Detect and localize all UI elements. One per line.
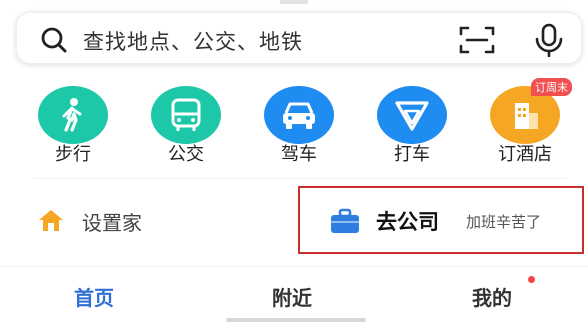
microphone-icon[interactable] xyxy=(533,23,565,57)
quick-action-taxi[interactable]: 打车 xyxy=(362,80,462,170)
home-indicator xyxy=(226,318,366,322)
go-to-company-shortcut[interactable]: 去公司 加班辛苦了 xyxy=(298,186,584,254)
bus-icon xyxy=(151,86,221,144)
search-icon xyxy=(41,27,67,53)
walking-person-icon xyxy=(38,86,108,144)
taxi-arrow-icon xyxy=(377,86,447,144)
quick-action-label: 驾车 xyxy=(281,144,317,165)
quick-action-label: 订酒店 xyxy=(498,144,552,165)
quick-action-drive[interactable]: 驾车 xyxy=(249,80,349,170)
quick-action-bus[interactable]: 公交 xyxy=(136,80,236,170)
tab-home[interactable]: 首页 xyxy=(74,282,114,311)
section-divider xyxy=(34,178,566,179)
search-placeholder[interactable]: 查找地点、公交、地铁 xyxy=(83,26,303,56)
quick-action-label: 公交 xyxy=(168,144,204,165)
house-icon xyxy=(39,210,63,231)
quick-action-hotel[interactable]: 订周末 订酒店 xyxy=(475,78,575,170)
quick-actions-row: 步行 公交 驾车 打车 订周末 订酒店 xyxy=(0,78,588,170)
scan-icon[interactable] xyxy=(459,25,495,55)
company-subtitle: 加班辛苦了 xyxy=(466,213,542,231)
car-icon xyxy=(264,86,334,144)
weekend-booking-badge: 订周末 xyxy=(531,78,572,96)
search-bar[interactable]: 查找地点、公交、地铁 xyxy=(16,12,582,64)
tab-mine[interactable]: 我的 xyxy=(472,282,512,311)
quick-action-walk[interactable]: 步行 xyxy=(23,80,123,170)
tab-nearby[interactable]: 附近 xyxy=(272,282,312,311)
quick-action-label: 打车 xyxy=(394,144,430,165)
top-sheet-handle[interactable] xyxy=(280,0,308,4)
quick-action-label: 步行 xyxy=(55,144,91,165)
go-to-company-label: 去公司 xyxy=(376,210,439,234)
briefcase-icon xyxy=(331,208,359,233)
notification-dot xyxy=(528,276,535,283)
set-home-label: 设置家 xyxy=(82,211,142,235)
